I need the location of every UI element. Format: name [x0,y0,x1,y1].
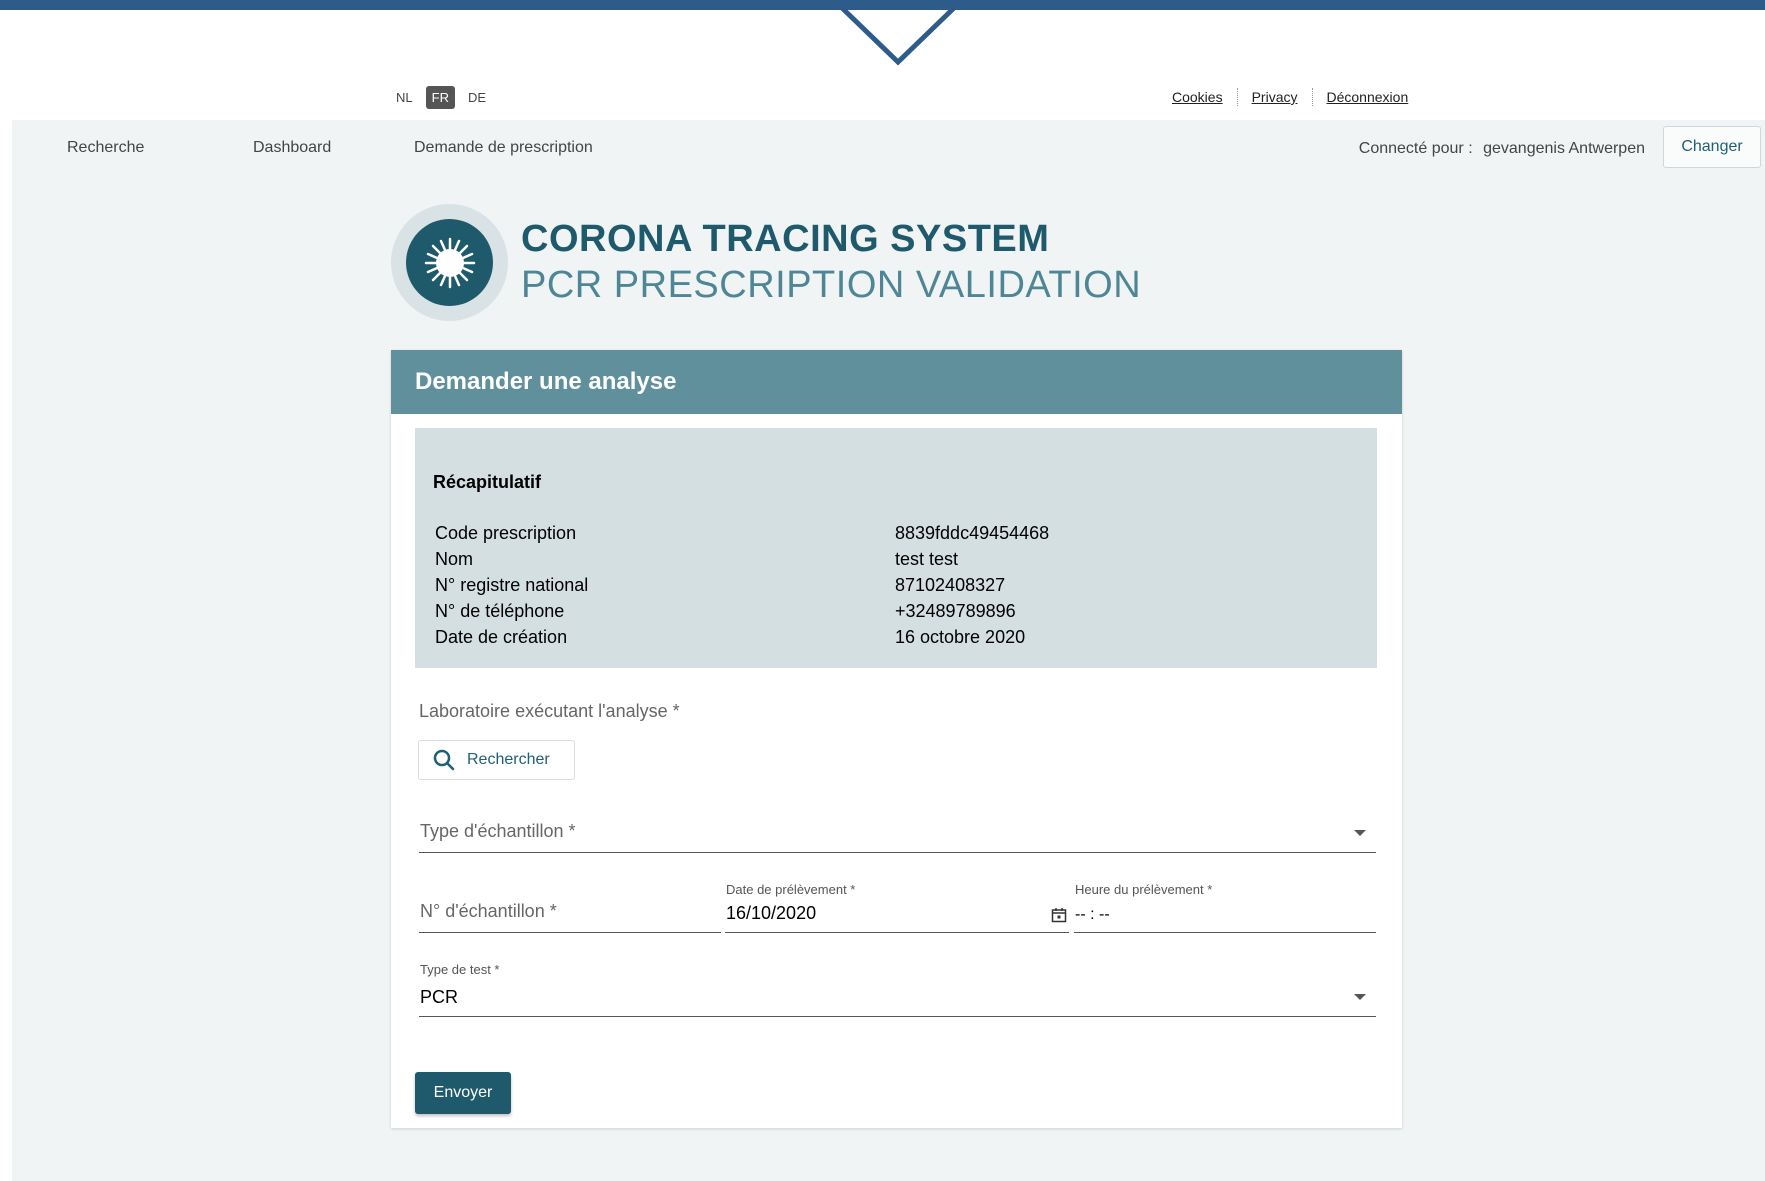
table-row: N° registre national 87102408327 [435,572,1049,598]
collection-date-label: Date de prélèvement * [726,882,856,897]
search-icon [433,749,455,771]
sample-number-placeholder: N° d'échantillon * [420,901,557,921]
table-row: Code prescription 8839fddc49454468 [435,520,1049,546]
lang-fr[interactable]: FR [425,86,455,109]
sample-number-field[interactable]: N° d'échantillon * [419,882,721,933]
card-title: Demander une analyse [391,350,1402,414]
search-button-label: Rechercher [467,751,550,768]
table-row: Nom test test [435,546,1049,572]
change-button[interactable]: Changer [1663,126,1761,168]
recap-label: Nom [435,549,474,569]
dropdown-arrow-icon [1354,994,1366,1000]
submit-button[interactable]: Envoyer [415,1072,511,1114]
test-type-label: Type de test * [420,962,500,977]
table-row: Date de création 16 octobre 2020 [435,624,1049,650]
recap-heading: Récapitulatif [433,472,542,492]
privacy-link[interactable]: Privacy [1252,89,1298,105]
nav-item-dashboard[interactable]: Dashboard [253,139,331,157]
nav-item-prescription-request[interactable]: Demande de prescription [414,139,593,157]
recap-label: N° registre national [435,575,589,595]
virus-logo-icon [406,219,493,306]
sample-type-select[interactable]: Type d'échantillon * [419,802,1376,853]
connected-org: gevangenis Antwerpen [1483,140,1645,157]
recap-panel: Récapitulatif Code prescription 8839fddc… [415,428,1377,668]
lang-nl[interactable]: NL [391,87,418,108]
connected-as: Connecté pour : gevangenis Antwerpen [1359,140,1645,158]
recap-value: 87102408327 [895,575,1006,595]
test-type-select[interactable]: Type de test * PCR [419,962,1376,1017]
collection-date-field[interactable]: Date de prélèvement * 16/10/2020 [725,882,1069,933]
logout-link[interactable]: Déconnexion [1327,89,1409,105]
nav-item-recherche[interactable]: Recherche [67,139,144,157]
collection-time-value: -- : -- [1075,906,1110,923]
recap-value: +32489789896 [895,601,1016,621]
table-row: N° de téléphone +32489789896 [435,598,1049,624]
recap-value: test test [895,549,959,569]
recap-label: Date de création [435,627,568,647]
lang-de[interactable]: DE [463,87,491,108]
search-lab-button[interactable]: Rechercher [418,740,575,780]
collection-date-value: 16/10/2020 [726,903,817,923]
collection-time-label: Heure du prélèvement * [1075,882,1213,897]
dropdown-arrow-icon [1354,830,1366,836]
recap-value: 8839fddc49454468 [895,523,1050,543]
test-type-value: PCR [420,987,459,1007]
divider [1236,88,1238,106]
top-links: Cookies Privacy Déconnexion [1172,88,1408,106]
collection-time-field[interactable]: Heure du prélèvement * -- : -- [1074,882,1376,933]
recap-label: N° de téléphone [435,601,565,621]
page-title: CORONA TRACING SYSTEM [521,218,1050,260]
page-subtitle: PCR PRESCRIPTION VALIDATION [521,264,1142,306]
sample-type-placeholder: Type d'échantillon * [420,821,576,841]
connected-label: Connecté pour : [1358,140,1473,157]
recap-table: Code prescription 8839fddc49454468 Nom t… [435,520,1049,650]
divider [1311,88,1313,106]
lab-label: Laboratoire exécutant l'analyse * [419,701,680,721]
cookies-link[interactable]: Cookies [1172,89,1223,105]
chevron-down-icon [838,4,958,66]
recap-value: 16 octobre 2020 [895,627,1026,647]
analysis-request-card: Demander une analyse Récapitulatif Code … [391,350,1402,1128]
calendar-icon[interactable] [1051,907,1067,923]
recap-label: Code prescription [435,523,577,543]
language-switcher: NL FR DE [391,86,491,109]
